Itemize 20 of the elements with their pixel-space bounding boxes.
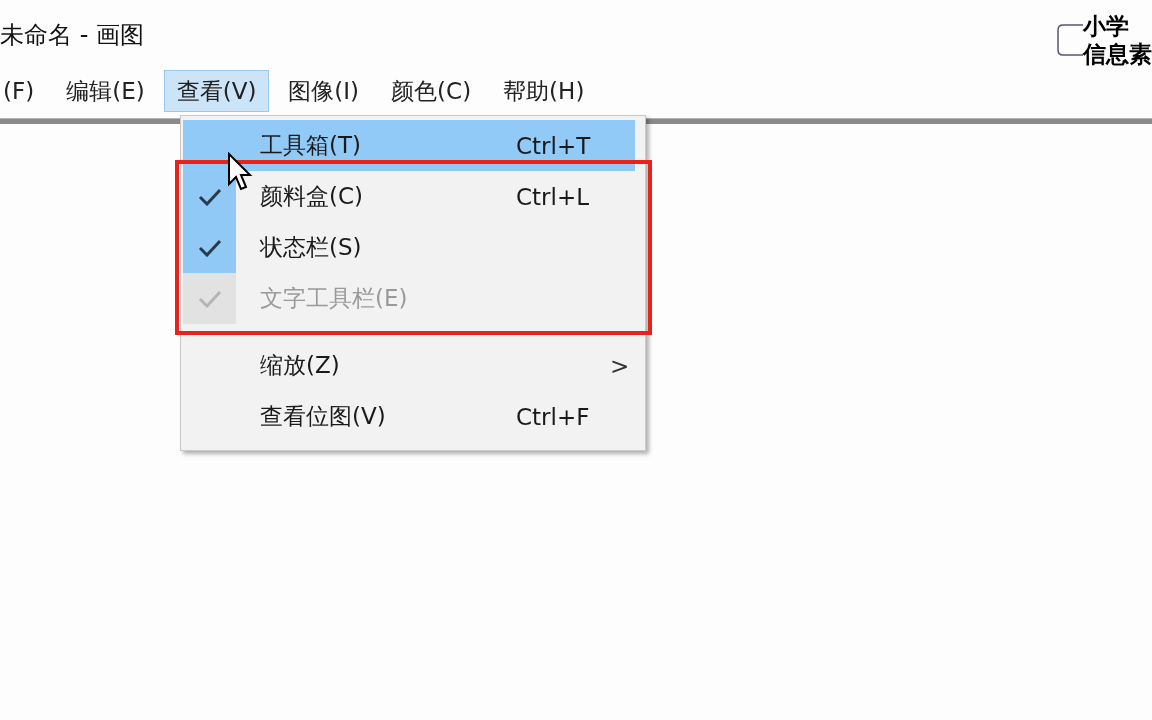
menu-item[interactable]: 查看位图(V) Ctrl+F: [183, 391, 635, 442]
bracket-drawing: [1057, 23, 1083, 57]
menu-item[interactable]: 缩放(Z) >: [183, 340, 635, 391]
menu-item[interactable]: 颜料盒(C) Ctrl+L: [183, 171, 635, 222]
menu-bar-item[interactable]: 帮助(H): [490, 70, 598, 112]
overlay-title: 小学: [1083, 12, 1130, 40]
menu-bar-item[interactable]: 编辑(E): [53, 70, 158, 112]
shortcut-text: Ctrl+L: [516, 183, 589, 210]
shortcut-text: Ctrl+T: [516, 132, 591, 159]
menu-bar-item[interactable]: 图像(I): [275, 70, 373, 112]
mouse-pointer-icon: [227, 152, 253, 192]
window-title: 未命名 - 画图: [0, 20, 144, 51]
menu-item[interactable]: 工具箱(T) Ctrl+T: [183, 120, 635, 171]
menu-bar-item[interactable]: 颜色(C): [378, 70, 485, 112]
submenu-arrow: >: [610, 352, 630, 379]
shortcut-text: Ctrl+F: [516, 403, 590, 430]
menu-bar-item[interactable]: (F): [0, 70, 48, 112]
menu-bar-item[interactable]: 查看(V): [163, 70, 270, 112]
overlay-title: 信息素: [1083, 40, 1152, 68]
menu-item[interactable]: 状态栏(S): [183, 222, 635, 273]
